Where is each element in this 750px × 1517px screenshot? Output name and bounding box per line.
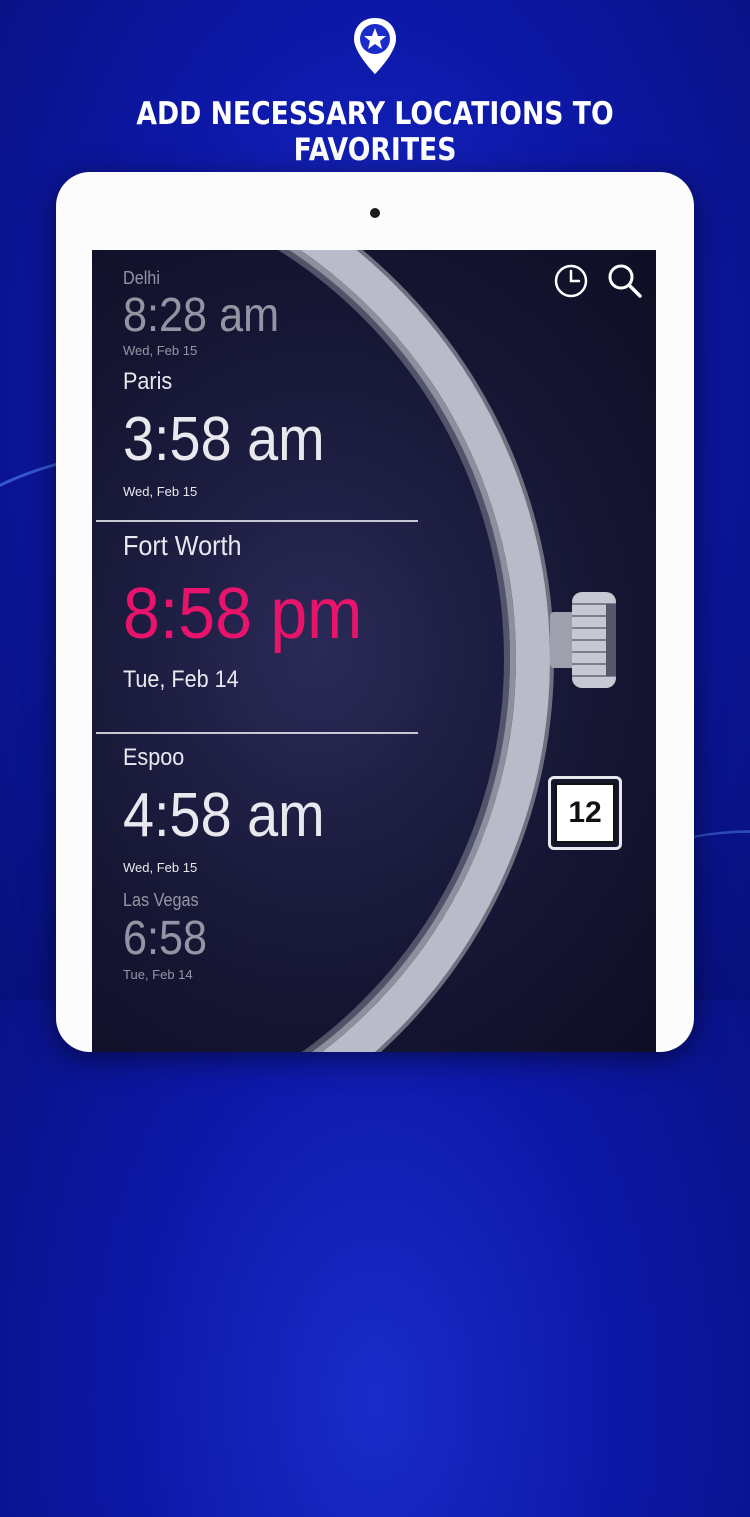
local-date: Wed, Feb 15	[123, 860, 198, 875]
city-name: Espoo	[123, 744, 185, 771]
camera	[370, 208, 380, 218]
city-name: Delhi	[123, 268, 160, 288]
tablet-frame: Delhi 8:28 am Wed, Feb 15 Paris 3:58 am …	[56, 172, 694, 1052]
local-time: 3:58 am	[123, 405, 325, 474]
local-time: 8:28 am	[123, 289, 280, 342]
location-item[interactable]: Paris 3:58 am Wed, Feb 15	[123, 368, 347, 499]
star-location-pin-icon	[354, 18, 396, 74]
headline: ADD NECESSARY LOCATIONS TO FAVORITES	[136, 96, 614, 168]
local-time: 8:58 pm	[123, 574, 363, 654]
location-item[interactable]: Las Vegas 6:58 Tue, Feb 14	[123, 890, 216, 982]
city-name: Paris	[123, 368, 173, 395]
location-item[interactable]: Delhi 8:28 am Wed, Feb 15	[123, 268, 296, 358]
location-item[interactable]: Espoo 4:58 am Wed, Feb 15	[123, 744, 347, 875]
city-name: Las Vegas	[123, 890, 199, 910]
divider	[96, 732, 418, 734]
local-date: Wed, Feb 15	[123, 343, 198, 358]
time-format-label: 12	[555, 783, 615, 843]
local-date: Tue, Feb 14	[123, 666, 239, 693]
location-item-selected[interactable]: Fort Worth 8:58 pm Tue, Feb 14	[123, 530, 383, 694]
local-date: Tue, Feb 14	[123, 967, 193, 982]
local-date: Wed, Feb 15	[123, 484, 198, 499]
divider	[96, 520, 418, 522]
local-time: 6:58	[123, 912, 208, 965]
app-screen: Delhi 8:28 am Wed, Feb 15 Paris 3:58 am …	[92, 250, 656, 1052]
time-format-button[interactable]: 12	[548, 776, 622, 850]
toolbar	[552, 262, 644, 300]
city-name: Fort Worth	[123, 530, 242, 561]
watch-crown[interactable]	[550, 590, 618, 690]
clock-icon[interactable]	[552, 262, 590, 300]
local-time: 4:58 am	[123, 781, 325, 850]
search-icon[interactable]	[606, 262, 644, 300]
